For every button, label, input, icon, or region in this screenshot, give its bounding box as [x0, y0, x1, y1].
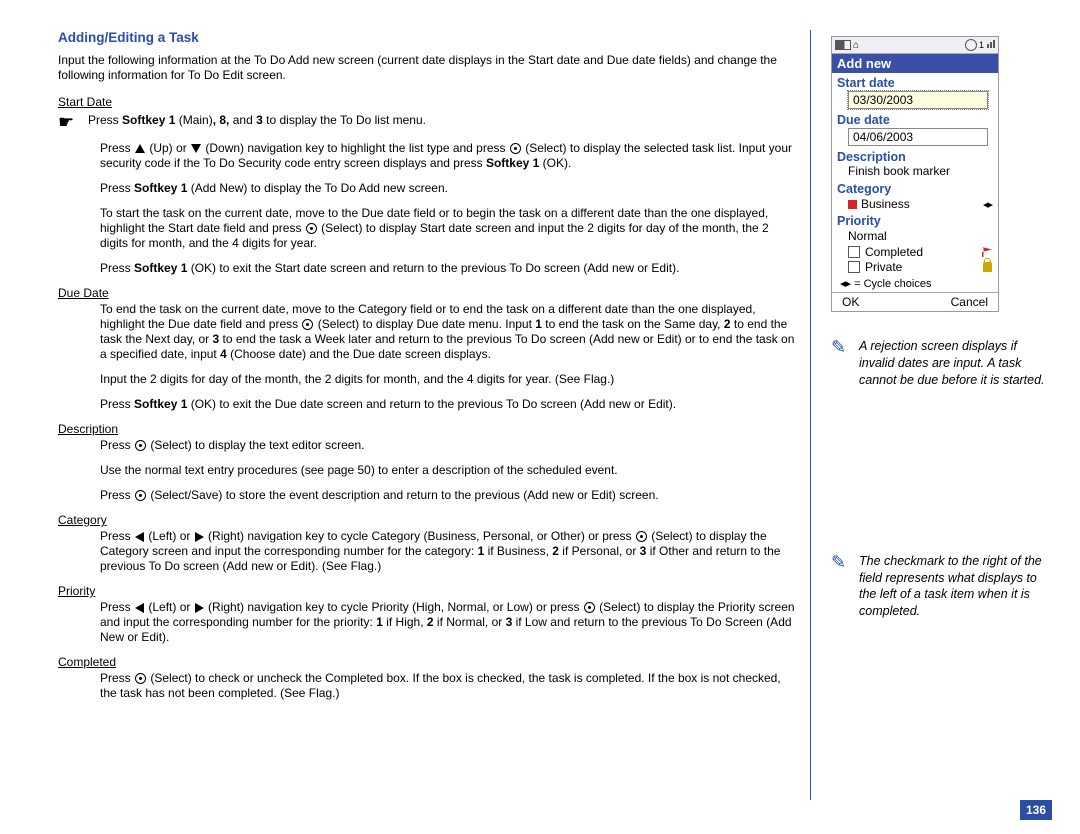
category-color-icon	[848, 200, 857, 209]
phone-category-value: Business	[861, 197, 910, 211]
description-heading: Description	[58, 422, 798, 436]
checkbox-icon	[848, 246, 860, 258]
home-icon: ⌂	[853, 40, 859, 51]
phone-completed-row[interactable]: Completed	[832, 245, 998, 260]
lock-icon	[983, 262, 992, 272]
start-date-heading: Start Date	[58, 95, 798, 109]
flag-icon	[982, 247, 992, 257]
priority-heading: Priority	[58, 584, 798, 598]
intro-paragraph: Input the following information at the T…	[58, 53, 798, 83]
side-note-1: ✎ A rejection screen displays if invalid…	[831, 338, 1052, 389]
checkbox-icon	[848, 261, 860, 273]
completed-p1: Press (Select) to check or uncheck the C…	[100, 671, 798, 701]
pointer-icon: ☛	[58, 113, 88, 131]
category-heading: Category	[58, 513, 798, 527]
phone-start-date-label: Start date	[832, 75, 998, 90]
start-date-p1: Press (Up) or (Down) navigation key to h…	[100, 141, 798, 171]
phone-priority-label: Priority	[832, 213, 998, 228]
side-note-2: ✎ The checkmark to the right of the fiel…	[831, 553, 1052, 621]
phone-softkey-cancel[interactable]: Cancel	[951, 295, 988, 309]
phone-category-row[interactable]: Business ◂▸	[832, 196, 998, 213]
description-p1: Press (Select) to display the text edito…	[100, 438, 798, 453]
select-icon	[302, 319, 313, 330]
up-arrow-icon	[135, 144, 145, 153]
phone-category-label: Category	[832, 181, 998, 196]
down-arrow-icon	[191, 144, 201, 153]
phone-screenshot: ⌂ 1 Add new Start date 03/30/2003 Due da…	[831, 36, 999, 312]
due-date-p3: Press Softkey 1 (OK) to exit the Due dat…	[100, 397, 798, 412]
start-date-p2: Press Softkey 1 (Add New) to display the…	[100, 181, 798, 196]
start-date-p4: Press Softkey 1 (OK) to exit the Start d…	[100, 261, 798, 276]
category-p1: Press (Left) or (Right) navigation key t…	[100, 529, 798, 574]
description-p3: Press (Select/Save) to store the event d…	[100, 488, 798, 503]
right-arrow-icon	[195, 603, 204, 613]
select-icon	[584, 602, 595, 613]
right-arrow-icon	[195, 532, 204, 542]
phone-softkey-ok[interactable]: OK	[842, 295, 859, 309]
phone-due-date-field[interactable]: 04/06/2003	[848, 128, 988, 146]
battery-icon	[835, 40, 851, 50]
note-text-2: The checkmark to the right of the field …	[859, 553, 1052, 621]
phone-private-row[interactable]: Private	[832, 260, 998, 275]
clock-badge: 1	[979, 40, 984, 50]
cycle-arrows-icon: ◂▸	[983, 198, 992, 211]
completed-heading: Completed	[58, 655, 798, 669]
note-text-1: A rejection screen displays if invalid d…	[859, 338, 1052, 389]
priority-p1: Press (Left) or (Right) navigation key t…	[100, 600, 798, 645]
page-number: 136	[1020, 800, 1052, 820]
start-date-p3: To start the task on the current date, m…	[100, 206, 798, 251]
note-icon: ✎	[831, 553, 849, 621]
due-date-p1: To end the task on the current date, mov…	[100, 302, 798, 362]
clock-icon	[965, 39, 977, 51]
phone-cycle-hint: ◂▸ = Cycle choices	[832, 275, 998, 292]
phone-completed-label: Completed	[865, 245, 923, 259]
select-icon	[306, 223, 317, 234]
phone-private-label: Private	[865, 260, 902, 274]
description-p2: Use the normal text entry procedures (se…	[100, 463, 798, 478]
vertical-divider	[810, 30, 811, 800]
select-icon	[636, 531, 647, 542]
phone-due-date-label: Due date	[832, 112, 998, 127]
select-icon	[135, 490, 146, 501]
phone-statusbar: ⌂ 1	[832, 37, 998, 54]
phone-title: Add new	[832, 54, 998, 73]
phone-description-label: Description	[832, 149, 998, 164]
signal-icon	[986, 40, 995, 51]
left-arrow-icon	[135, 603, 144, 613]
due-date-p2: Input the 2 digits for day of the month,…	[100, 372, 798, 387]
select-icon	[510, 143, 521, 154]
phone-start-date-field[interactable]: 03/30/2003	[848, 91, 988, 109]
due-date-heading: Due Date	[58, 286, 798, 300]
select-icon	[135, 440, 146, 451]
phone-priority-row[interactable]: Normal	[832, 228, 998, 245]
phone-priority-value: Normal	[848, 229, 887, 243]
select-icon	[135, 673, 146, 684]
left-arrow-icon	[135, 532, 144, 542]
note-icon: ✎	[831, 338, 849, 389]
section-heading: Adding/Editing a Task	[58, 30, 798, 45]
phone-description-value[interactable]: Finish book marker	[832, 164, 998, 181]
start-date-pointer-line: Press Softkey 1 (Main), 8, and 3 to disp…	[88, 113, 798, 127]
